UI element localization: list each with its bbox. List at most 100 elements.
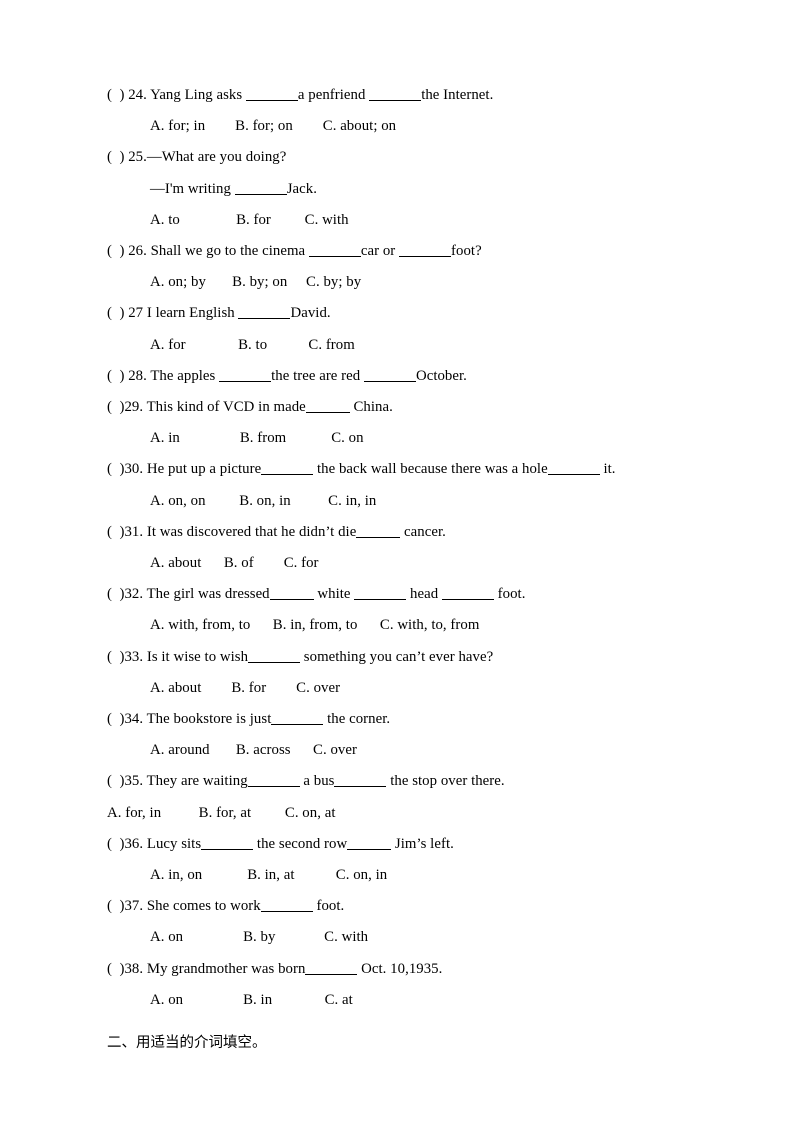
question-line: ( ) 28. The apples the tree are red Octo…: [107, 361, 687, 392]
answer-blank[interactable]: [201, 837, 254, 850]
question-options[interactable]: A. for; in B. for; on C. about; on: [107, 111, 687, 142]
question-line: ( ) 25.—What are you doing?: [107, 142, 687, 173]
answer-blank[interactable]: [219, 369, 272, 382]
question-line: ( )36. Lucy sits the second row Jim’s le…: [107, 829, 687, 860]
question-text: something you can’t ever have?: [300, 648, 494, 665]
question-text: Yang Ling asks: [150, 87, 246, 103]
worksheet-page: ( ) 24. Yang Ling asks a penfriend the I…: [0, 0, 794, 1123]
question-text: She comes to work: [146, 898, 261, 915]
answer-blank[interactable]: [369, 88, 422, 101]
question-text: the back wall because there was a hole: [313, 461, 548, 478]
question-options[interactable]: A. about B. of C. for: [107, 548, 687, 579]
question-text: the tree are red: [271, 367, 364, 384]
question-text: a penfriend: [297, 87, 370, 103]
question-text: the Internet.: [421, 87, 494, 103]
question-options[interactable]: A. on; by B. by; on C. by; by: [107, 267, 687, 298]
question-text: Oct. 10,1935.: [357, 960, 443, 977]
question-line: —I'm writing Jack.: [107, 174, 687, 205]
answer-blank[interactable]: [248, 650, 301, 663]
question-text: My grandmother was born: [146, 960, 306, 977]
answer-blank[interactable]: [441, 587, 494, 601]
question-options[interactable]: A. on B. in C. at: [107, 985, 687, 1016]
answer-blank[interactable]: [245, 88, 298, 101]
question-text: Lucy sits: [146, 835, 202, 852]
question-options[interactable]: A. for B. to C. from: [107, 330, 687, 361]
question-marker[interactable]: ( )35.: [107, 773, 147, 789]
question-marker[interactable]: ( )33.: [107, 649, 147, 665]
question-line: ( )29. This kind of VCD in made China.: [107, 392, 687, 423]
answer-blank[interactable]: [238, 306, 291, 320]
question-line: ( ) 27 I learn English David.: [107, 298, 687, 329]
answer-blank[interactable]: [356, 525, 401, 538]
question-marker[interactable]: ( )30.: [107, 461, 147, 477]
question-line: ( ) 26. Shall we go to the cinema car or…: [107, 236, 687, 267]
answer-blank[interactable]: [363, 369, 416, 382]
question-line: ( )35. They are waiting a bus the stop o…: [107, 766, 687, 797]
question-options[interactable]: A. on, on B. on, in C. in, in: [107, 486, 687, 517]
question-marker[interactable]: ( )29.: [107, 399, 147, 415]
question-text: —What are you doing?: [146, 149, 287, 166]
question-line: ( )34. The bookstore is just the corner.: [107, 704, 687, 735]
question-line: ( )33. Is it wise to wish something you …: [107, 642, 687, 673]
question-marker[interactable]: ( )36.: [107, 836, 147, 852]
answer-blank[interactable]: [305, 400, 350, 414]
question-list: ( ) 24. Yang Ling asks a penfriend the I…: [107, 80, 687, 1016]
question-marker[interactable]: ( ) 25.: [107, 149, 147, 165]
question-text: Jack.: [286, 180, 317, 197]
answer-blank[interactable]: [260, 899, 313, 913]
question-options[interactable]: A. in, on B. in, at C. on, in: [107, 860, 687, 891]
continuation-indent: [107, 181, 150, 197]
question-marker[interactable]: ( ) 27: [107, 305, 147, 321]
question-text: I learn English: [146, 305, 239, 322]
question-text: cancer.: [400, 523, 446, 540]
question-text: This kind of VCD in made: [146, 399, 306, 416]
question-text: the second row: [253, 835, 348, 852]
question-marker[interactable]: ( )38.: [107, 961, 147, 977]
question-marker[interactable]: ( )32.: [107, 586, 147, 602]
question-text: The bookstore is just: [146, 711, 272, 728]
question-marker[interactable]: ( ) 28.: [107, 368, 150, 384]
question-text: The girl was dressed: [146, 586, 270, 603]
answer-blank[interactable]: [234, 182, 287, 195]
question-line: ( )31. It was discovered that he didn’t …: [107, 517, 687, 548]
answer-blank[interactable]: [347, 837, 392, 850]
answer-blank[interactable]: [247, 774, 300, 788]
question-text: head: [406, 586, 442, 603]
question-options[interactable]: A. about B. for C. over: [107, 673, 687, 704]
question-text: foot.: [312, 898, 345, 915]
question-line: ( )32. The girl was dressed white head f…: [107, 579, 687, 610]
question-text: They are waiting: [146, 773, 248, 790]
question-options[interactable]: A. with, from, to B. in, from, to C. wit…: [107, 610, 687, 641]
question-text: the stop over there.: [386, 773, 505, 790]
question-marker[interactable]: ( )31.: [107, 524, 147, 540]
question-line: ( )38. My grandmother was born Oct. 10,1…: [107, 954, 687, 985]
question-text: China.: [349, 399, 393, 416]
question-text: foot.: [493, 586, 526, 603]
question-options[interactable]: A. on B. by C. with: [107, 922, 687, 953]
answer-blank[interactable]: [354, 587, 407, 601]
answer-blank[interactable]: [271, 712, 324, 726]
question-text: David.: [290, 305, 331, 322]
question-text: Is it wise to wish: [146, 648, 249, 665]
question-text: October.: [415, 367, 467, 384]
question-marker[interactable]: ( )34.: [107, 711, 147, 727]
question-options[interactable]: A. for, in B. for, at C. on, at: [107, 798, 687, 829]
question-text: —I'm writing: [150, 180, 235, 197]
answer-blank[interactable]: [399, 244, 452, 258]
question-options[interactable]: A. around B. across C. over: [107, 735, 687, 766]
question-options[interactable]: A. to B. for C. with: [107, 205, 687, 236]
question-options[interactable]: A. in B. from C. on: [107, 423, 687, 454]
answer-blank[interactable]: [269, 587, 314, 601]
question-text: He put up a picture: [146, 461, 262, 478]
question-marker[interactable]: ( ) 26.: [107, 243, 151, 259]
question-marker[interactable]: ( )37.: [107, 898, 147, 914]
question-text: foot?: [451, 243, 482, 260]
answer-blank[interactable]: [547, 462, 600, 476]
question-text: It was discovered that he didn’t die: [146, 523, 357, 540]
answer-blank[interactable]: [305, 962, 358, 975]
answer-blank[interactable]: [261, 462, 314, 476]
question-text: a bus: [299, 773, 335, 790]
answer-blank[interactable]: [308, 244, 361, 258]
question-marker[interactable]: ( ) 24.: [107, 87, 150, 103]
answer-blank[interactable]: [334, 774, 387, 788]
